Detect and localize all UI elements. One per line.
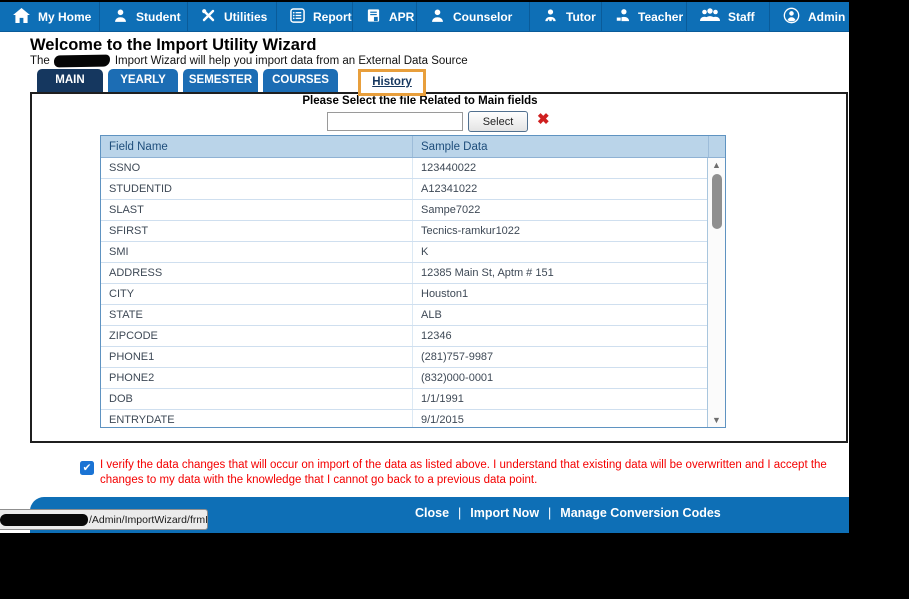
file-select-input[interactable] <box>327 112 463 131</box>
nav-label: My Home <box>38 9 92 24</box>
subtitle-suffix: Import Wizard will help you import data … <box>114 55 468 67</box>
staff-icon <box>700 8 720 25</box>
footer-links: Close | Import Now | Manage Conversion C… <box>415 506 721 520</box>
nav-label: Admin <box>808 9 846 24</box>
scroll-up-icon[interactable]: ▲ <box>708 160 725 170</box>
table-row[interactable]: SLAST Sampe7022 <box>101 200 725 221</box>
column-header-scroll-spacer <box>708 136 725 157</box>
table-row[interactable]: STUDENTID A12341022 <box>101 179 725 200</box>
table-row[interactable]: SMI K <box>101 242 725 263</box>
tab-main[interactable]: MAIN <box>37 69 103 92</box>
reports-icon <box>290 7 305 26</box>
table-row[interactable]: STATE ALB <box>101 305 725 326</box>
tab-history[interactable]: History <box>372 76 412 88</box>
close-button[interactable]: Close <box>415 506 449 520</box>
redaction-scribble <box>53 54 110 68</box>
table-row[interactable]: ZIPCODE 12346 <box>101 326 725 347</box>
table-header-row: Field Name Sample Data <box>101 136 725 158</box>
nav-item-my-home[interactable]: My Home <box>0 2 100 31</box>
import-now-button[interactable]: Import Now <box>470 506 539 520</box>
table-row[interactable]: DOB 1/1/1991 <box>101 389 725 410</box>
table-row[interactable]: SSNO 123440022 <box>101 158 725 179</box>
nav-item-tutor[interactable]: Tutor <box>530 2 602 31</box>
nav-item-reports[interactable]: Reports <box>277 2 353 31</box>
teacher-icon <box>615 8 630 26</box>
page-title: Welcome to the Import Utility Wizard <box>30 36 317 54</box>
scroll-down-icon[interactable]: ▼ <box>708 415 725 425</box>
screenshot-frame: My Home Student Utilities Reports APR Co… <box>0 0 909 599</box>
home-icon <box>13 7 30 26</box>
counselor-icon <box>430 8 445 26</box>
status-url-text: /Admin/ImportWizard/frmImportMaping.aspx… <box>89 513 208 526</box>
utilities-icon <box>201 8 216 26</box>
nav-item-student[interactable]: Student <box>100 2 188 31</box>
table-row[interactable]: ENTRYDATE 9/1/2015 <box>101 410 725 427</box>
nav-item-teacher[interactable]: Teacher <box>602 2 687 31</box>
status-url-tooltip: /Admin/ImportWizard/frmImportMaping.aspx… <box>0 509 208 530</box>
separator: | <box>458 506 462 520</box>
table-scrollbar[interactable]: ▲ ▼ <box>707 158 725 427</box>
redaction-scribble <box>0 513 88 526</box>
tab-semester[interactable]: SEMESTER <box>183 69 258 92</box>
scrollbar-thumb[interactable] <box>711 174 722 229</box>
separator: | <box>548 506 552 520</box>
nav-item-counselor[interactable]: Counselor <box>417 2 530 31</box>
table-row[interactable]: PHONE2 (832)000-0001 <box>101 368 725 389</box>
checkmark-icon: ✔ <box>82 462 92 474</box>
nav-label: Teacher <box>638 9 684 24</box>
select-file-button[interactable]: Select <box>468 111 528 132</box>
verify-statement: I verify the data changes that will occu… <box>100 459 827 487</box>
nav-item-admin[interactable]: Admin <box>770 2 849 31</box>
nav-label: Student <box>136 9 181 24</box>
table-body: SSNO 123440022 STUDENTID A12341022 SLAST Sa… <box>101 158 725 427</box>
tab-history-highlight[interactable]: History <box>358 69 426 96</box>
column-header-field-name: Field Name <box>109 141 168 153</box>
nav-item-utilities[interactable]: Utilities <box>188 2 277 31</box>
admin-icon <box>783 7 800 27</box>
tab-courses[interactable]: COURSES <box>263 69 338 92</box>
table-row[interactable]: PHONE1 (281)757-9987 <box>101 347 725 368</box>
subtitle-prefix: The <box>30 55 50 67</box>
nav-item-staff[interactable]: Staff <box>687 2 770 31</box>
manage-conversion-codes-button[interactable]: Manage Conversion Codes <box>560 506 720 520</box>
tutor-icon <box>543 8 558 26</box>
file-select-prompt: Please Select the file Related to Main f… <box>302 95 538 107</box>
column-header-sample-data: Sample Data <box>412 136 708 157</box>
table-row[interactable]: ADDRESS 12385 Main St, Aptm # 151 <box>101 263 725 284</box>
nav-label: Tutor <box>566 9 596 24</box>
nav-item-apr[interactable]: APR <box>353 2 417 31</box>
tab-yearly[interactable]: YEARLY <box>108 69 178 92</box>
student-icon <box>113 8 128 26</box>
clear-file-icon[interactable]: ✖ <box>537 110 550 128</box>
top-navigation-bar: My Home Student Utilities Reports APR Co… <box>0 2 849 32</box>
nav-label: Staff <box>728 9 755 24</box>
nav-label: Reports <box>313 9 352 24</box>
verify-checkbox[interactable]: ✔ <box>80 461 94 475</box>
nav-label: Counselor <box>453 9 513 24</box>
table-row[interactable]: SFIRST Tecnics-ramkur1022 <box>101 221 725 242</box>
field-mapping-table: Field Name Sample Data SSNO 123440022 STU… <box>100 135 726 428</box>
nav-label: APR <box>389 9 415 24</box>
table-row[interactable]: CITY Houston1 <box>101 284 725 305</box>
nav-label: Utilities <box>224 9 268 24</box>
page-subtitle: The Import Wizard will help you import d… <box>30 54 468 68</box>
apr-icon <box>366 8 381 26</box>
